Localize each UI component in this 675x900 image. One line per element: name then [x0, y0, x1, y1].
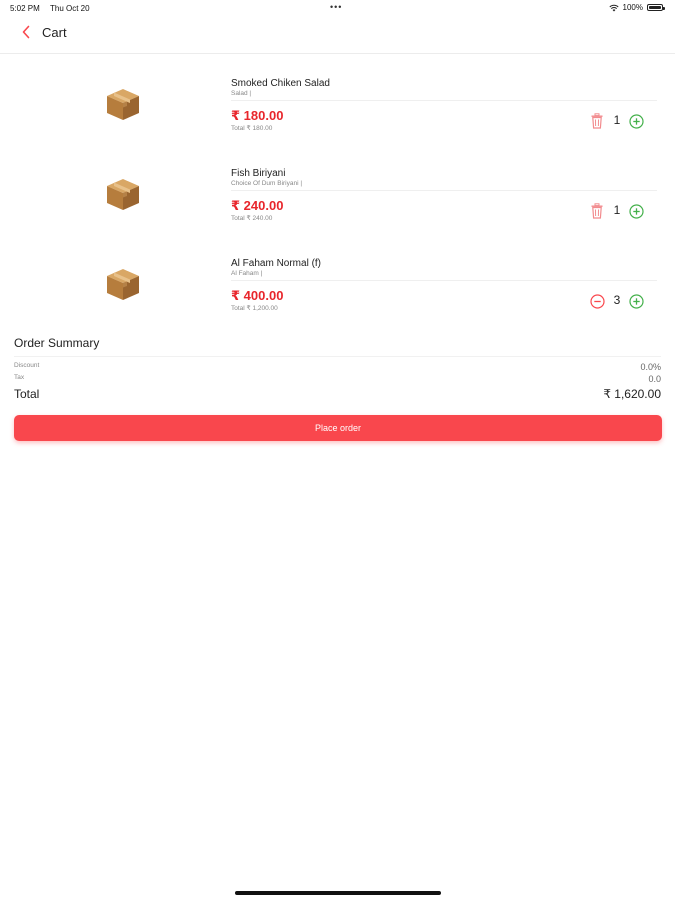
total-row: Total ₹ 1,620.00 [14, 387, 661, 403]
total-value: ₹ 1,620.00 [603, 387, 661, 401]
summary-divider [14, 356, 661, 357]
plus-circle-icon [628, 203, 644, 219]
place-order-button[interactable]: Place order [14, 415, 662, 441]
status-time: 5:02 PM [10, 4, 40, 13]
item-subtitle: Choice Of Dum Biriyani | [231, 180, 303, 187]
minus-circle-icon [589, 293, 605, 309]
status-right: 100% [608, 3, 665, 12]
plus-circle-icon [628, 293, 644, 309]
item-price: ₹ 400.00 [231, 288, 284, 303]
quantity-value: 3 [613, 293, 621, 307]
tax-label: Tax [14, 374, 25, 381]
item-name: Al Faham Normal (f) [231, 258, 322, 269]
cart-item: Al Faham Normal (f) Al Faham | ₹ 400.00 … [0, 246, 675, 336]
quantity-stepper: 1 [588, 112, 648, 130]
item-divider [231, 190, 657, 191]
trash-icon [591, 113, 603, 129]
chevron-left-icon [22, 25, 30, 39]
quantity-stepper: 1 [588, 202, 648, 220]
back-button[interactable] [18, 23, 36, 43]
battery-icon [647, 4, 665, 11]
cart-item: Smoked Chiken Salad Salad | ₹ 180.00 Tot… [0, 66, 675, 156]
order-summary-title: Order Summary [14, 336, 100, 350]
item-divider [231, 100, 657, 101]
total-label: Total [14, 387, 40, 401]
item-name: Smoked Chiken Salad [231, 78, 330, 89]
discount-label: Discount [14, 362, 40, 369]
item-total: Total ₹ 240.00 [231, 215, 273, 222]
multitasking-dots[interactable]: ••• [330, 2, 342, 12]
item-price: ₹ 240.00 [231, 198, 284, 213]
nav-bar: Cart [0, 16, 675, 54]
cart-item: Fish Biriyani Choice Of Dum Biriyani | ₹… [0, 156, 675, 246]
item-name: Fish Biriyani [231, 168, 286, 179]
box-icon [107, 179, 139, 210]
item-total: Total ₹ 1,200.00 [231, 305, 278, 312]
wifi-icon [608, 4, 619, 11]
discount-row: Discount 0.0% [14, 362, 661, 374]
increase-quantity-button[interactable] [628, 203, 644, 219]
item-total: Total ₹ 180.00 [231, 125, 273, 132]
page-title: Cart [42, 25, 67, 40]
delete-item-button[interactable] [588, 112, 606, 130]
item-subtitle: Salad | [231, 90, 252, 97]
box-icon [107, 269, 139, 300]
delete-item-button[interactable] [588, 202, 606, 220]
box-icon [107, 89, 139, 120]
item-price: ₹ 180.00 [231, 108, 284, 123]
discount-value: 0.0% [640, 362, 661, 372]
cart-screen: 5:02 PM Thu Oct 20 ••• 100% Cart Smoked … [0, 0, 675, 900]
plus-circle-icon [628, 113, 644, 129]
quantity-stepper: 3 [588, 292, 648, 310]
battery-percent: 100% [622, 3, 643, 12]
increase-quantity-button[interactable] [628, 293, 644, 309]
decrease-quantity-button[interactable] [588, 292, 606, 310]
item-divider [231, 280, 657, 281]
tax-row: Tax 0.0 [14, 374, 661, 386]
home-indicator[interactable] [235, 891, 441, 895]
status-bar: 5:02 PM Thu Oct 20 ••• 100% [0, 0, 675, 16]
increase-quantity-button[interactable] [628, 113, 644, 129]
trash-icon [591, 203, 603, 219]
status-date: Thu Oct 20 [50, 4, 90, 13]
quantity-value: 1 [613, 113, 621, 127]
item-subtitle: Al Faham | [231, 270, 263, 277]
tax-value: 0.0 [648, 374, 661, 384]
quantity-value: 1 [613, 203, 621, 217]
